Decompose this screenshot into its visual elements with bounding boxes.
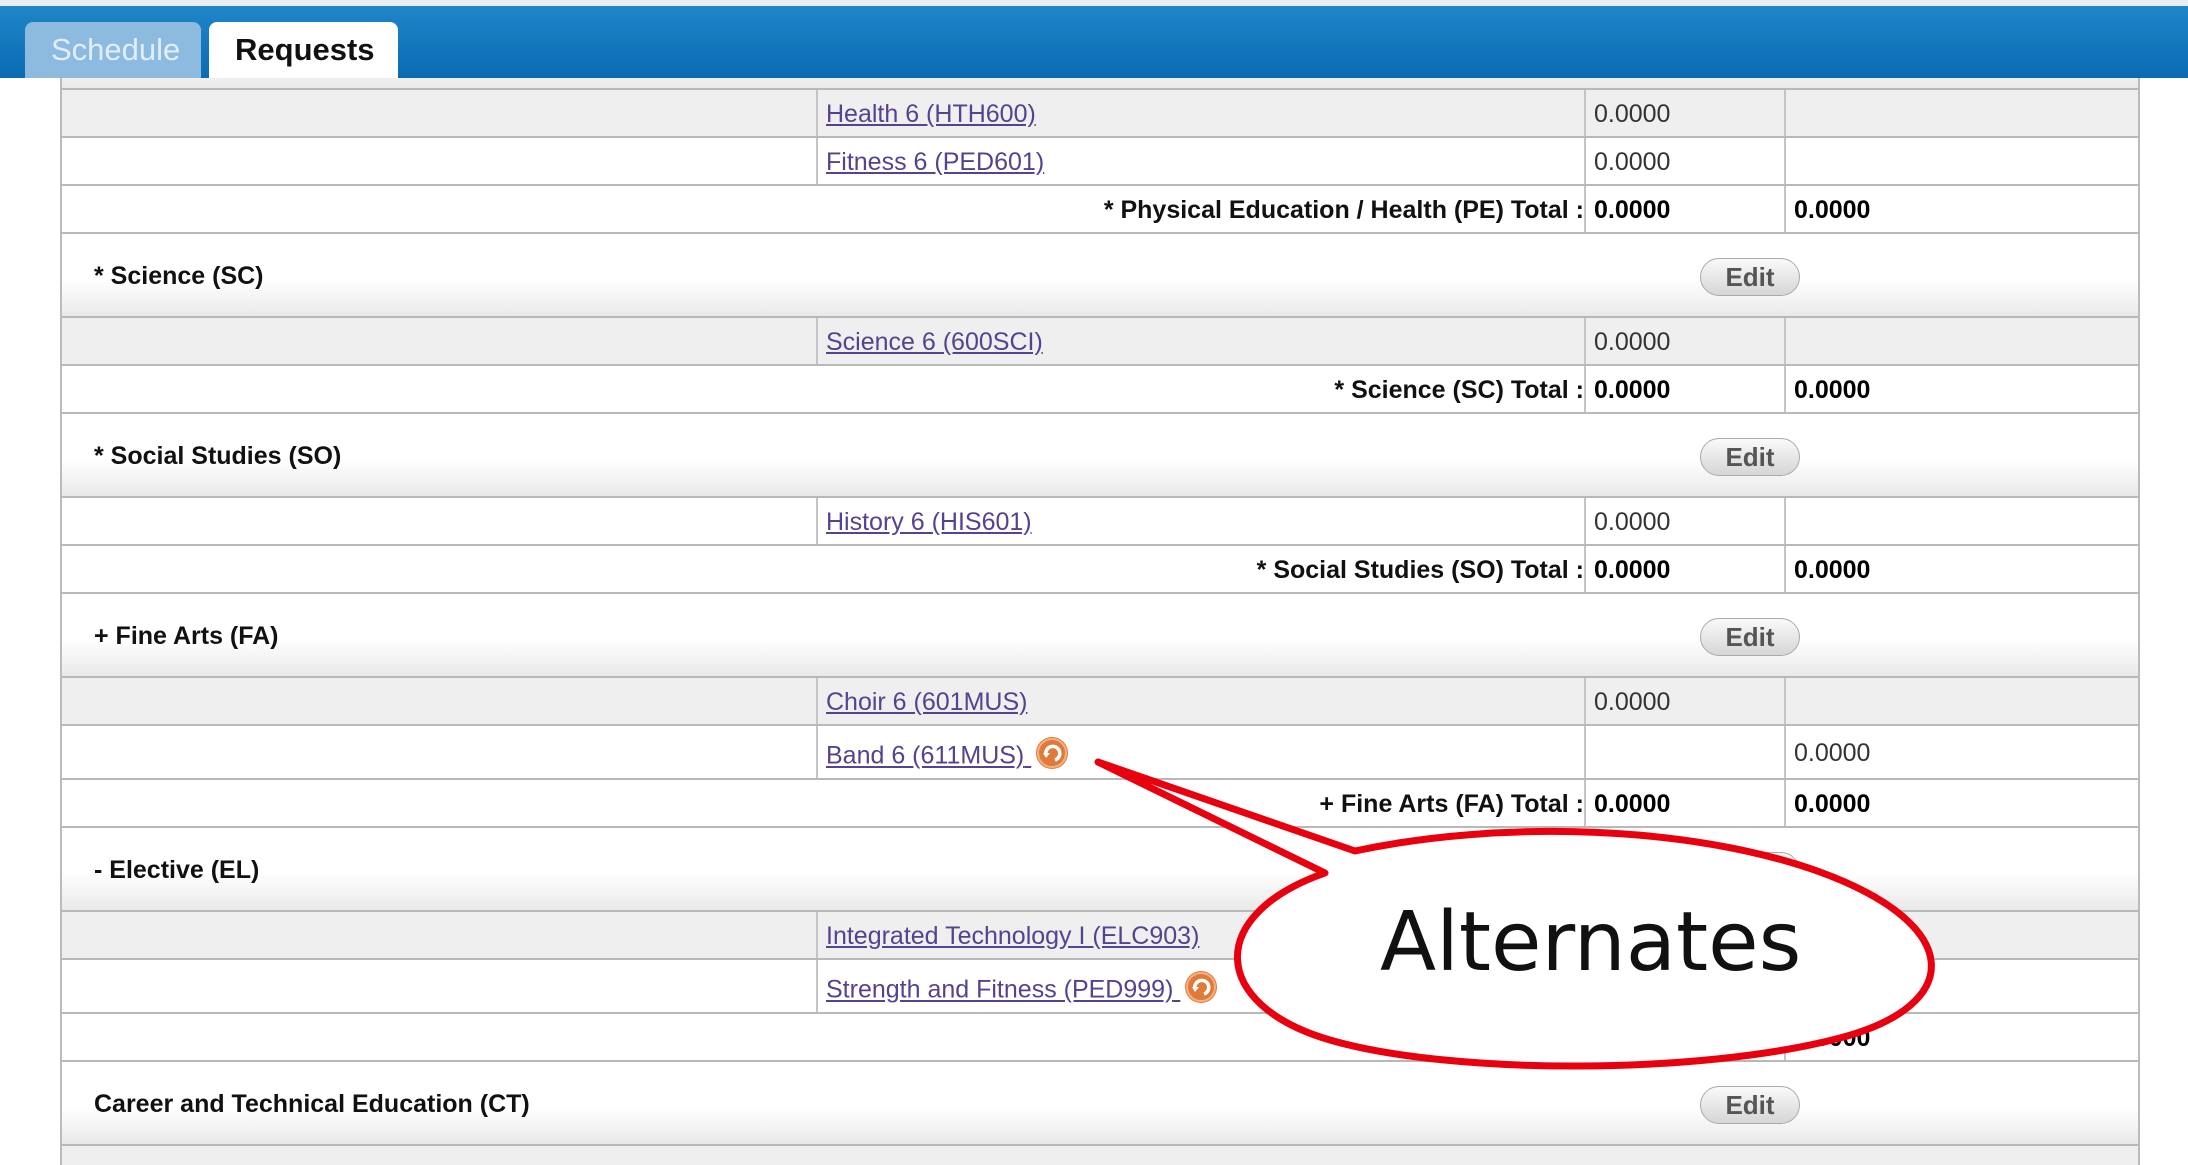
course-row: Fitness 6 (PED601) 0.0000 <box>62 138 2138 186</box>
total-alternate: 0.0000 <box>1784 366 2138 412</box>
section-header-elective: - Elective (EL) Edit <box>62 828 2138 912</box>
course-name: Band 6 (611MUS) <box>826 741 1025 770</box>
requested-credit: 0.0000 <box>1584 498 1784 544</box>
course-row: History 6 (HIS601) 0.0000 <box>62 498 2138 546</box>
total-row: * Social Studies (SO) Total : 0.0000 0.0… <box>62 546 2138 594</box>
alternate-credit <box>1784 318 2138 364</box>
total-label: * Science (SC) Total : <box>1334 376 1584 404</box>
total-requested: 0.0000 <box>1584 366 1784 412</box>
alternate-icon <box>1185 971 1218 1003</box>
requested-credit: 0.0000 <box>1584 138 1784 184</box>
edit-button[interactable]: Edit <box>1700 852 1800 890</box>
total-row: * Physical Education / Health (PE) Total… <box>62 186 2138 234</box>
total-row: * Science (SC) Total : 0.0000 0.0000 <box>62 366 2138 414</box>
alternate-credit: 0.0000 <box>1784 726 2138 778</box>
course-link[interactable]: Integrated Technology I (ELC903) <box>826 922 1199 951</box>
total-label: * Physical Education / Health (PE) Total… <box>1103 196 1584 224</box>
requested-credit <box>1584 726 1784 778</box>
alternate-icon <box>1036 737 1069 769</box>
total-row: + Fine Arts (FA) Total : 0.0000 0.0000 <box>62 780 2138 828</box>
course-name: Strength and Fitness (PED999) <box>826 975 1174 1004</box>
requested-credit: 0.0000 <box>1584 678 1784 724</box>
alternate-credit <box>1784 678 2138 724</box>
total-alternate: 0.0000 <box>1784 546 2138 592</box>
course-row: Science 6 (600SCI) 0.0000 <box>62 318 2138 366</box>
edit-button[interactable]: Edit <box>1700 438 1800 476</box>
course-link[interactable]: Band 6 (611MUS) <box>826 737 1069 774</box>
course-link[interactable]: Strength and Fitness (PED999) <box>826 971 1218 1008</box>
requested-credit: 0.0000 <box>1584 318 1784 364</box>
course-link[interactable]: Choir 6 (601MUS) <box>826 688 1027 717</box>
course-link[interactable]: Health 6 (HTH600) <box>826 100 1036 129</box>
next-row-partial <box>62 1146 2138 1165</box>
course-row-alternate: Strength and Fitness (PED999) 0.0000 <box>62 960 2138 1014</box>
section-title: * Science (SC) <box>94 262 264 290</box>
course-link[interactable]: History 6 (HIS601) <box>826 508 1032 537</box>
course-row: Integrated Technology I (ELC903) <box>62 912 2138 960</box>
alternate-credit <box>1784 498 2138 544</box>
total-row: - Elective (EL) Total : 0.0000 0.0000 <box>62 1014 2138 1062</box>
alternate-credit <box>1784 90 2138 136</box>
total-requested: 0.0000 <box>1584 1014 1784 1060</box>
total-label: * Social Studies (SO) Total : <box>1256 556 1584 584</box>
alternate-credit <box>1784 138 2138 184</box>
requests-table: Edit Health 6 (HTH600) 0.0000 Fitness 6 … <box>60 78 2140 1165</box>
section-header-science: * Science (SC) Edit <box>62 234 2138 318</box>
section-title: + Fine Arts (FA) <box>94 622 279 650</box>
total-requested: 0.0000 <box>1584 186 1784 232</box>
course-row: Health 6 (HTH600) 0.0000 <box>62 90 2138 138</box>
edit-button[interactable]: Edit <box>1700 618 1800 656</box>
tab-bar: Schedule Requests <box>0 0 2188 78</box>
callout-text: Alternates <box>1380 895 1802 990</box>
tab-requests[interactable]: Requests <box>209 22 398 78</box>
total-alternate: 0.0000 <box>1784 780 2138 826</box>
total-alternate: 0.0000 <box>1784 1014 2138 1060</box>
total-alternate: 0.0000 <box>1784 186 2138 232</box>
section-title: - Elective (EL) <box>94 856 260 884</box>
section-header-pe: Edit <box>62 78 2138 90</box>
section-header-fine-arts: + Fine Arts (FA) Edit <box>62 594 2138 678</box>
alternate-credit <box>1784 912 2138 958</box>
total-label: - Elective (EL) Total : <box>1338 1024 1584 1052</box>
alternate-credit: 0.0000 <box>1784 960 2138 1012</box>
tab-schedule[interactable]: Schedule <box>25 22 201 78</box>
edit-button[interactable]: Edit <box>1700 258 1800 296</box>
total-requested: 0.0000 <box>1584 546 1784 592</box>
edit-button[interactable]: Edit <box>1700 1086 1800 1124</box>
requested-credit: 0.0000 <box>1584 90 1784 136</box>
total-label: + Fine Arts (FA) Total : <box>1319 790 1584 818</box>
course-link[interactable]: Fitness 6 (PED601) <box>826 148 1044 177</box>
section-title: * Social Studies (SO) <box>94 442 342 470</box>
section-header-career-technical: Career and Technical Education (CT) Edit <box>62 1062 2138 1146</box>
total-requested: 0.0000 <box>1584 780 1784 826</box>
course-row-alternate: Band 6 (611MUS) 0.0000 <box>62 726 2138 780</box>
course-link[interactable]: Science 6 (600SCI) <box>826 328 1043 357</box>
section-header-social-studies: * Social Studies (SO) Edit <box>62 414 2138 498</box>
section-title: Career and Technical Education (CT) <box>94 1090 530 1118</box>
course-row: Choir 6 (601MUS) 0.0000 <box>62 678 2138 726</box>
